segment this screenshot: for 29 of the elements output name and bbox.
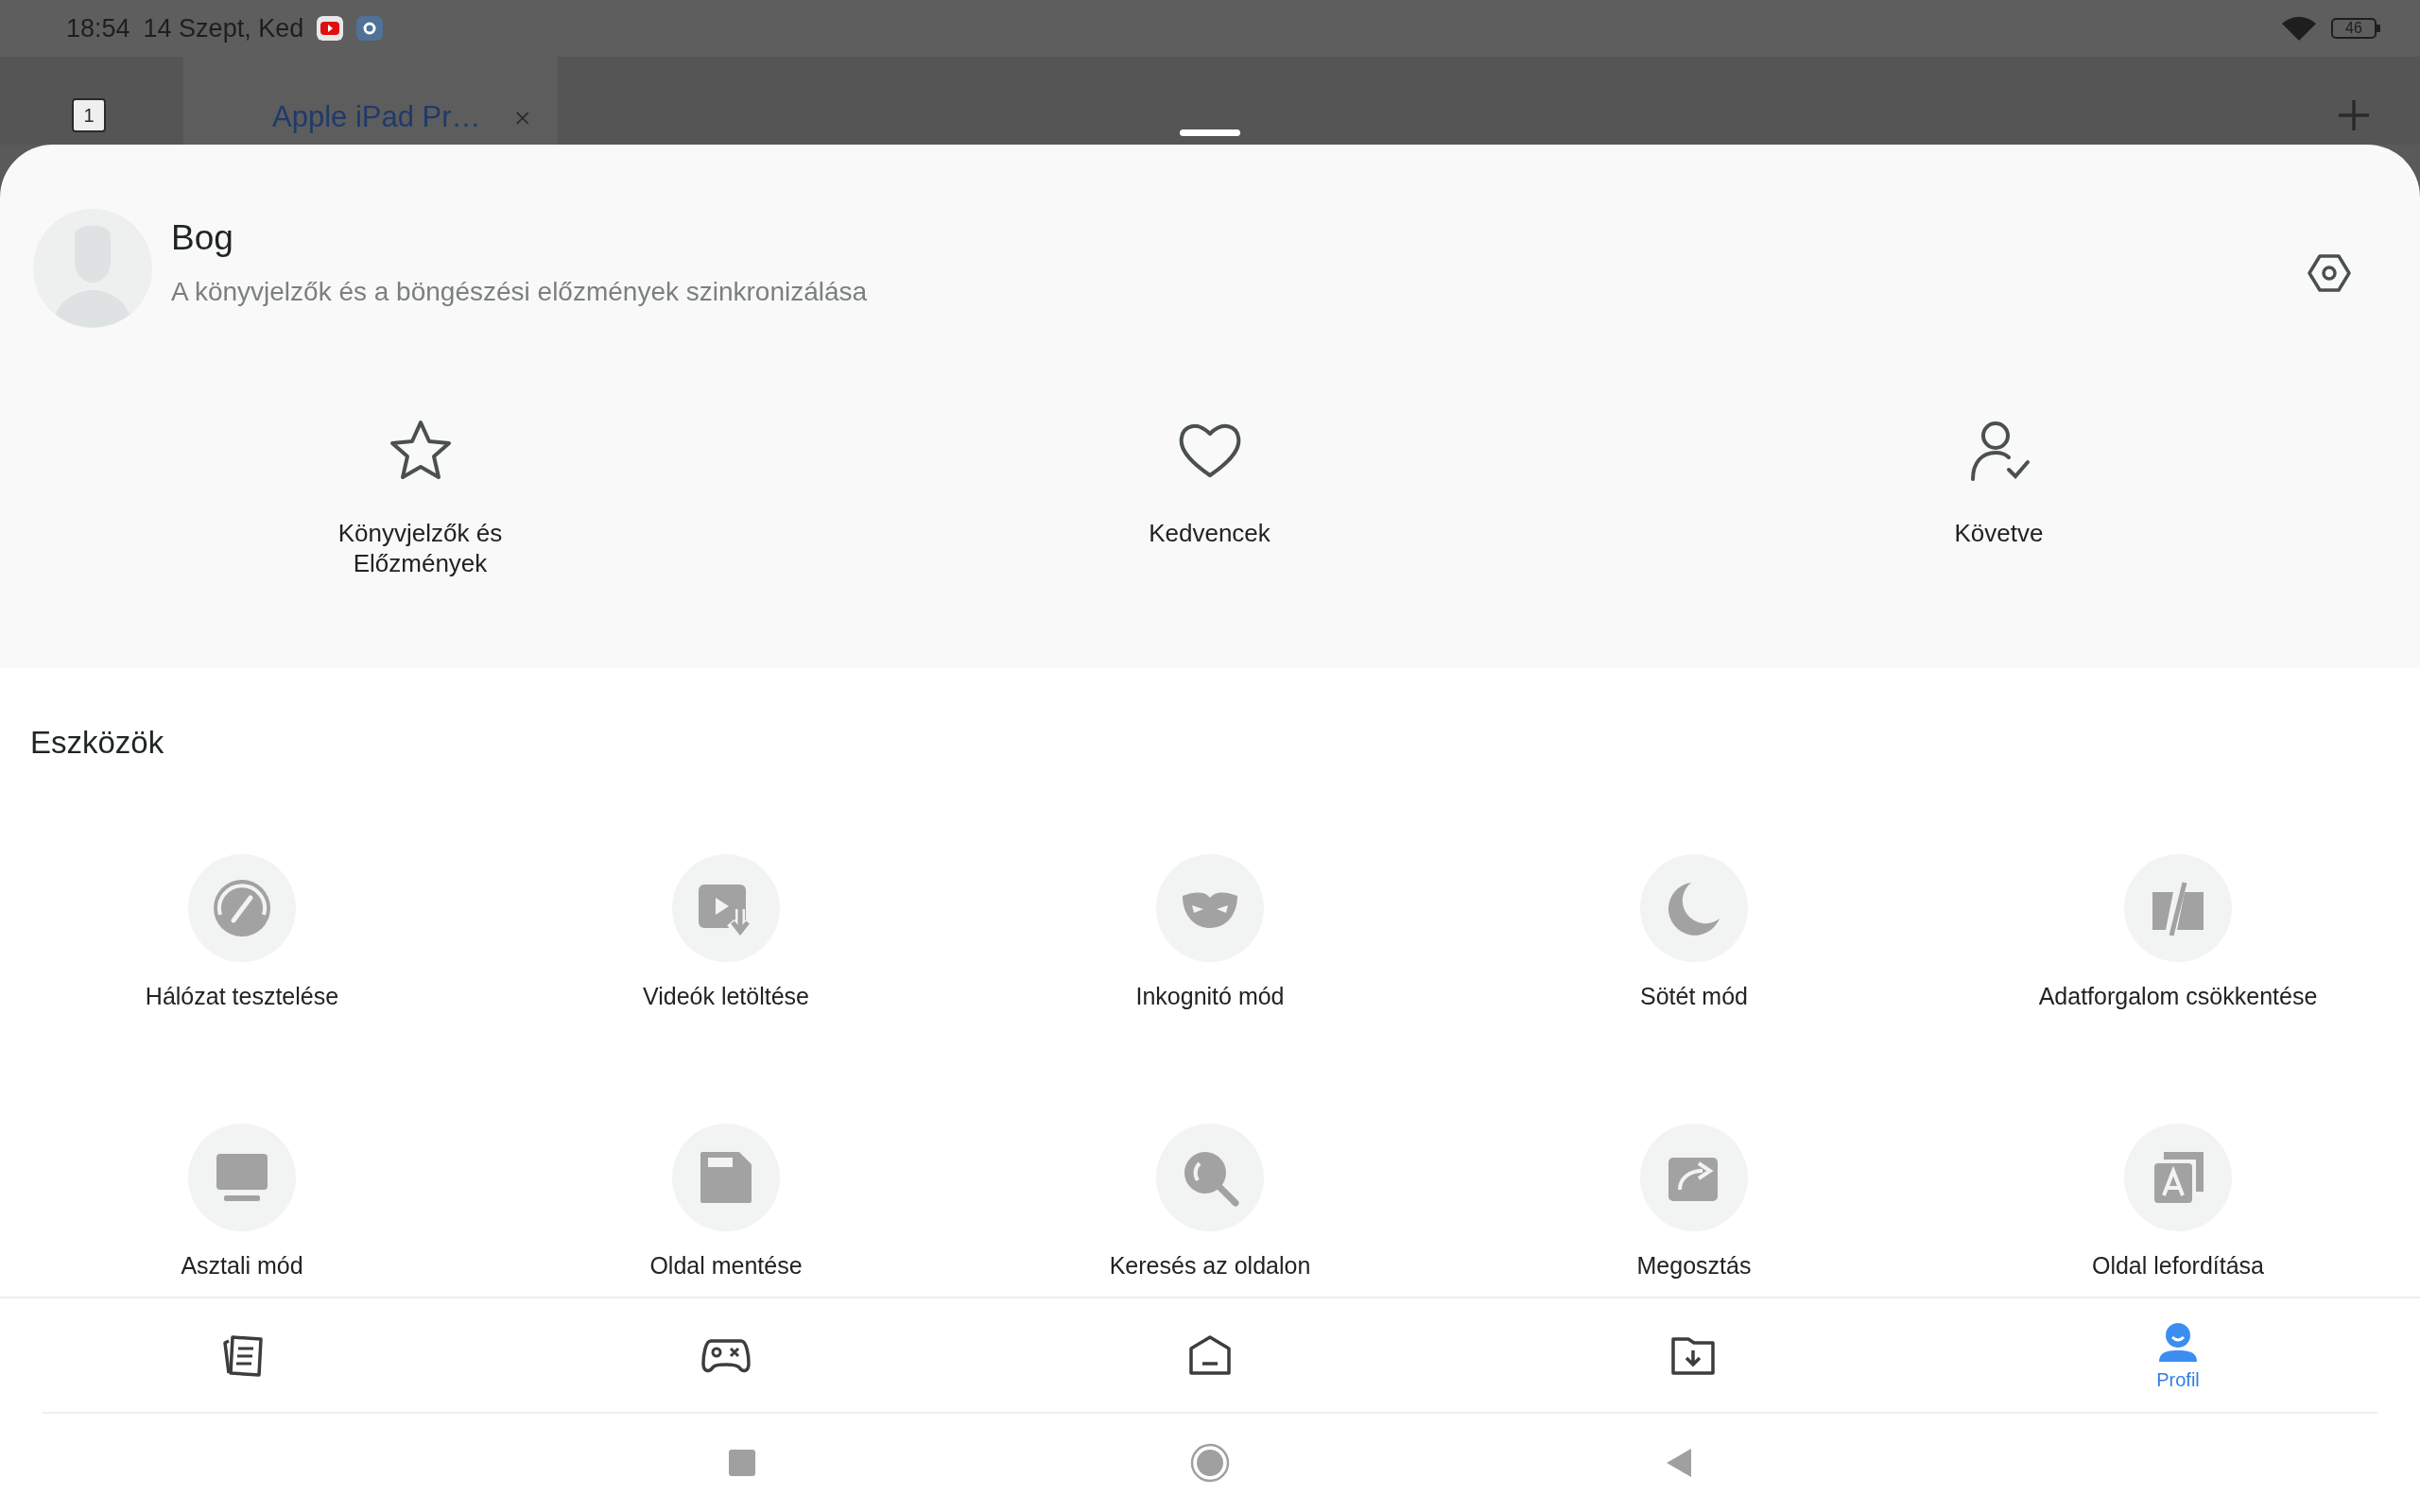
tool-label[interactable]: Adatforgalom csökkentése [2038, 983, 2318, 1010]
status-date: 14 Szept, Ked [143, 13, 304, 43]
status-time: 18:54 [66, 13, 130, 43]
video-app-icon [317, 16, 344, 41]
tool-label[interactable]: Sötét mód [1640, 983, 1748, 1010]
drag-handle[interactable] [1180, 129, 1240, 136]
shortcut-label[interactable]: Kedvencek [1105, 518, 1314, 548]
profile-name[interactable]: Bog [171, 218, 868, 258]
tool-label[interactable]: Oldal mentése [649, 1252, 803, 1280]
tool-label[interactable]: Oldal lefordítása [2091, 1252, 2264, 1280]
nav-tab[interactable]: Profil [1936, 1298, 2420, 1412]
settings-app-icon [356, 16, 384, 41]
tool-label[interactable]: Inkognitó mód [1135, 983, 1285, 1010]
tool-label[interactable]: Asztali mód [181, 1252, 303, 1280]
tool-label[interactable]: Videók letöltése [642, 983, 810, 1010]
plus-icon[interactable] [2337, 98, 2371, 132]
wifi-icon [2280, 14, 2318, 43]
sync-description[interactable]: A könyvjelzők és a böngészési előzmények szinkronizálása [171, 277, 868, 307]
back-icon[interactable] [1665, 1449, 1691, 1477]
shortcut-label[interactable]: Követve [1894, 518, 2103, 548]
tool-label[interactable]: Megosztás [1636, 1252, 1752, 1280]
speedometer-icon [211, 877, 273, 939]
tool-label[interactable]: Hálózat tesztelése [145, 983, 339, 1010]
battery-level: 46 [2345, 20, 2362, 37]
shortcut-label[interactable]: Könyvjelzők és Előzmények [316, 518, 525, 578]
section-title: Eszközök [30, 725, 165, 761]
tool-label[interactable]: Keresés az oldalon [1109, 1252, 1311, 1280]
tab-count-button[interactable]: 1 [72, 98, 106, 132]
home-button-icon[interactable] [1190, 1443, 1230, 1483]
